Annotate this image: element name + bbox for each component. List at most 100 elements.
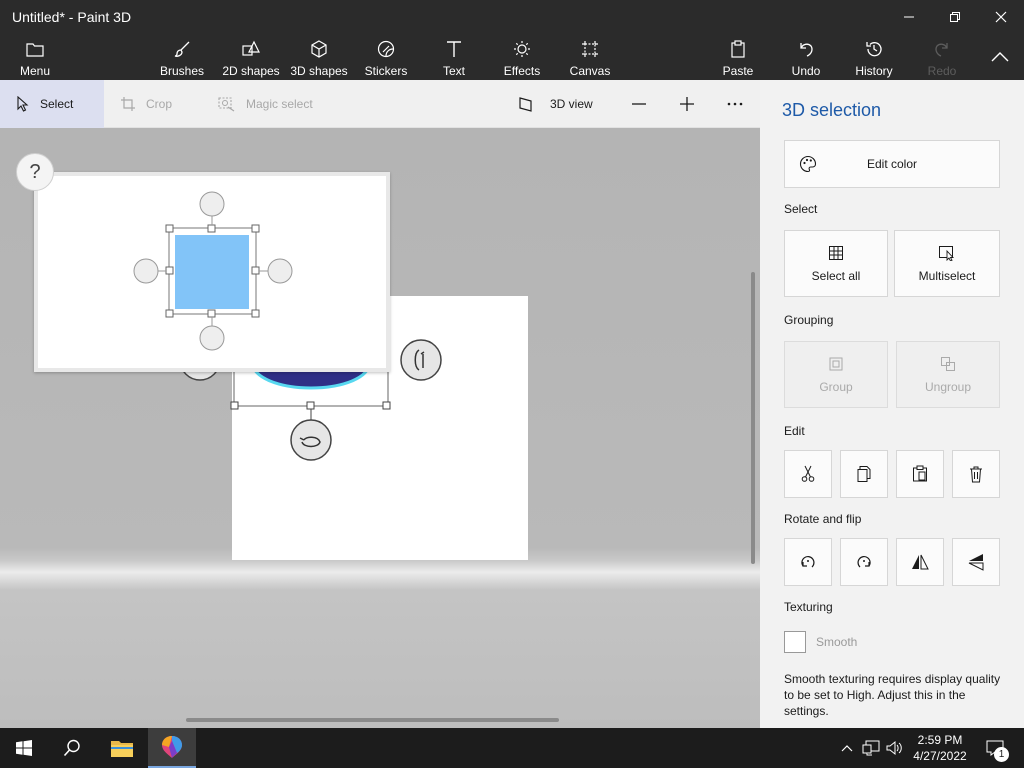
3d-view-icon <box>518 96 534 112</box>
history-label: History <box>855 64 893 78</box>
clipboard-icon <box>730 38 746 60</box>
smooth-label: Smooth <box>816 635 858 649</box>
network-icon <box>862 740 880 756</box>
show-hidden-icons-button[interactable] <box>838 728 856 768</box>
select-all-button[interactable]: Select all <box>784 230 888 297</box>
more-options-button[interactable] <box>726 80 744 128</box>
workspace[interactable]: ? <box>0 128 760 728</box>
search-button[interactable] <box>48 728 96 768</box>
crop-label: Crop <box>146 97 173 111</box>
crop-tool[interactable]: Crop <box>120 80 172 128</box>
restore-button[interactable] <box>932 0 978 33</box>
volume-button[interactable] <box>884 728 906 768</box>
grouping-section-label: Grouping <box>784 313 834 327</box>
edit-color-button[interactable]: Edit color <box>784 140 1000 188</box>
undo-icon <box>797 38 815 60</box>
collapse-ribbon-button[interactable] <box>986 33 1014 80</box>
paint3d-icon <box>161 735 183 759</box>
select-section-label: Select <box>784 202 818 216</box>
clock-date: 4/27/2022 <box>913 749 967 763</box>
canvas-button[interactable]: Canvas <box>568 33 612 80</box>
rotate-right-icon <box>855 553 873 571</box>
file-explorer-button[interactable] <box>98 728 146 768</box>
title-bar: Untitled* - Paint 3D <box>0 0 1024 33</box>
brushes-button[interactable]: Brushes <box>158 33 206 80</box>
3d-view-toggle[interactable]: 3D view <box>518 80 593 128</box>
copy-icon <box>856 465 872 483</box>
cursor-icon <box>16 96 30 112</box>
multiselect-button[interactable]: Multiselect <box>894 230 1000 297</box>
paint3d-taskbar-button[interactable] <box>148 728 196 768</box>
horizontal-scrollbar[interactable] <box>186 718 559 722</box>
minimize-icon <box>904 16 914 17</box>
ellipsis-icon <box>726 101 744 107</box>
edit-section-label: Edit <box>784 424 805 438</box>
menu-label: Menu <box>19 64 51 78</box>
restore-icon <box>950 11 960 22</box>
redo-button[interactable]: Redo <box>924 33 960 80</box>
text-icon <box>446 38 462 60</box>
vertical-scrollbar[interactable] <box>751 272 755 564</box>
zoom-in-button[interactable] <box>678 80 696 128</box>
sun-icon <box>513 38 531 60</box>
sticker-icon <box>377 38 395 60</box>
rotate-left-button[interactable] <box>784 538 832 586</box>
stickers-button[interactable]: Stickers <box>364 33 408 80</box>
close-button[interactable] <box>978 0 1024 33</box>
flip-vertical-button[interactable] <box>952 538 1000 586</box>
canvas-label: Canvas <box>569 64 611 78</box>
3d-shapes-button[interactable]: 3D shapes <box>289 33 349 80</box>
delete-button[interactable] <box>952 450 1000 498</box>
rotate-right-button[interactable] <box>840 538 888 586</box>
copy-button[interactable] <box>840 450 888 498</box>
text-label: Text <box>442 64 465 78</box>
start-button[interactable] <box>0 728 48 768</box>
rotate-left-icon <box>799 553 817 571</box>
brushes-label: Brushes <box>159 64 205 78</box>
rotate-handle-bottom[interactable] <box>290 419 332 461</box>
ungroup-label: Ungroup <box>924 379 972 394</box>
minimize-button[interactable] <box>886 0 932 33</box>
resize-handle[interactable] <box>382 401 391 410</box>
cube-icon <box>310 38 328 60</box>
flip-horizontal-button[interactable] <box>896 538 944 586</box>
undo-button[interactable]: Undo <box>788 33 824 80</box>
smooth-texturing-note: Smooth texturing requires display qualit… <box>784 672 1001 718</box>
clock-time: 2:59 PM <box>917 733 963 747</box>
2d-shapes-button[interactable]: 2D shapes <box>222 33 280 80</box>
folder-icon <box>110 738 134 758</box>
stickers-label: Stickers <box>364 64 408 78</box>
history-button[interactable]: History <box>852 33 896 80</box>
notifications-button[interactable]: 1 <box>980 728 1010 768</box>
cut-button[interactable] <box>784 450 832 498</box>
2d-shapes-label: 2D shapes <box>222 64 280 78</box>
magic-select-tool[interactable]: Magic select <box>218 80 313 128</box>
rotate-handle-right[interactable] <box>400 339 442 381</box>
group-button[interactable]: Group <box>784 341 888 408</box>
redo-icon <box>933 38 951 60</box>
ribbon: Menu Brushes 2D shapes 3D shapes Sticker… <box>0 33 1024 80</box>
zoom-out-button[interactable] <box>630 80 648 128</box>
inset-preview <box>34 172 390 372</box>
menu-button[interactable]: Menu <box>12 33 58 80</box>
paste-button[interactable]: Paste <box>718 33 758 80</box>
resize-handle[interactable] <box>230 401 239 410</box>
ungroup-button[interactable]: Ungroup <box>896 341 1000 408</box>
help-button[interactable]: ? <box>16 153 54 191</box>
chevron-up-icon <box>841 744 853 752</box>
paste-panel-button[interactable] <box>896 450 944 498</box>
select-label: Select <box>40 97 74 111</box>
magic-select-label: Magic select <box>246 97 313 111</box>
effects-button[interactable]: Effects <box>502 33 542 80</box>
window-title: Untitled* - Paint 3D <box>12 9 132 25</box>
select-tool[interactable]: Select <box>0 80 104 128</box>
chevron-up-icon <box>991 51 1009 62</box>
network-button[interactable] <box>860 728 882 768</box>
windows-logo-icon <box>16 740 32 756</box>
smooth-checkbox[interactable] <box>784 631 806 653</box>
text-button[interactable]: Text <box>436 33 472 80</box>
edit-color-label: Edit color <box>866 157 918 171</box>
resize-handle[interactable] <box>306 401 315 410</box>
clock[interactable]: 2:59 PM 4/27/2022 <box>908 728 972 768</box>
paste-icon <box>912 465 928 483</box>
